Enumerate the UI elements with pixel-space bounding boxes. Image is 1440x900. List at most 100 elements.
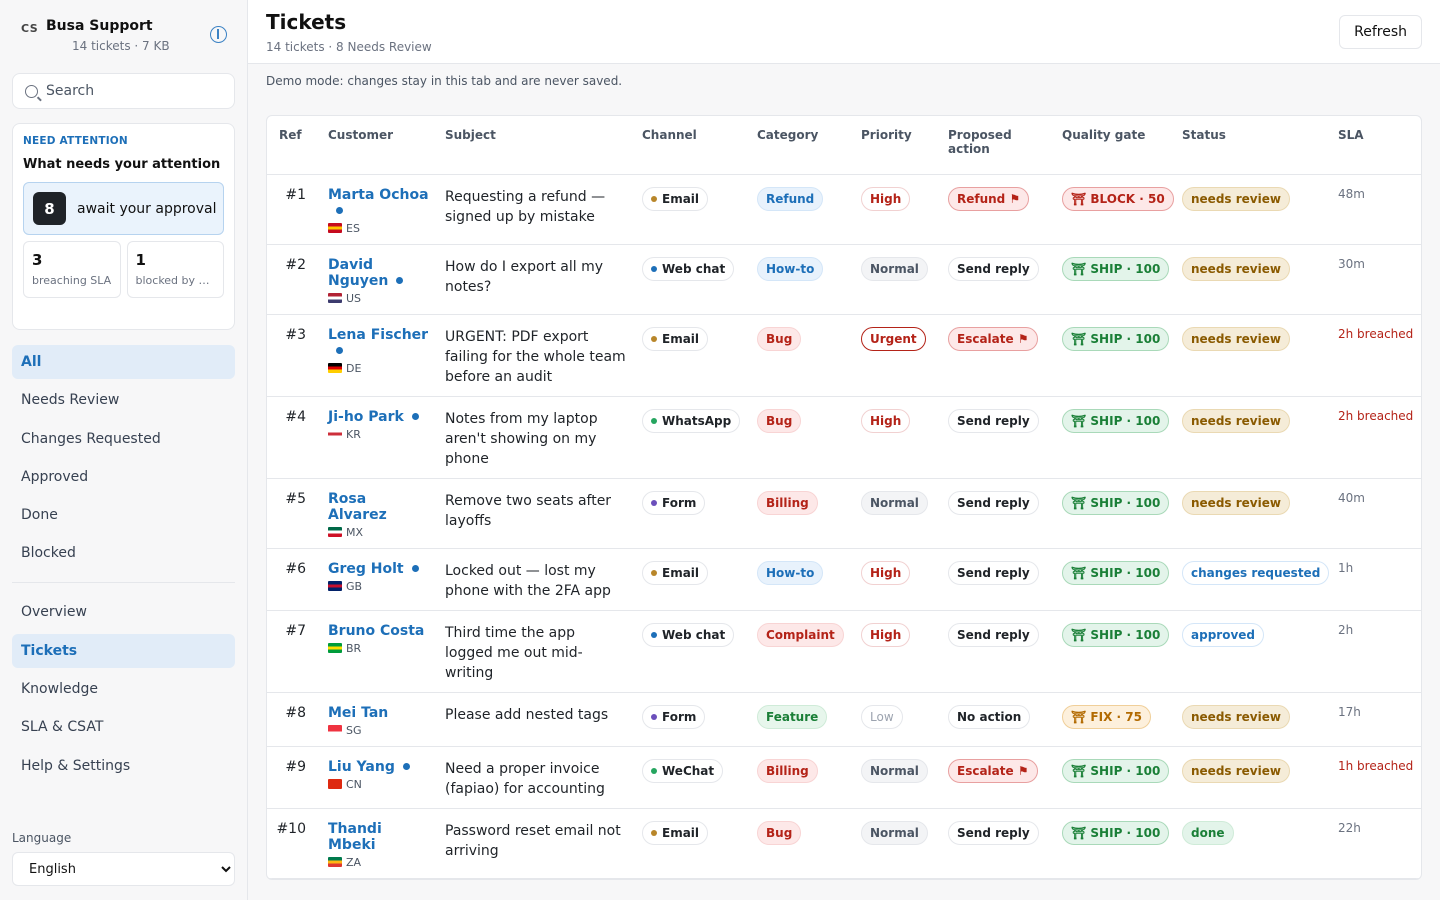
unread-dot-icon [336, 207, 343, 214]
proposed-action-badge: No action [948, 704, 1031, 729]
status-cell: done [1174, 808, 1330, 879]
nav-sla-csat[interactable]: SLA & CSAT [12, 710, 235, 744]
main-nav: Overview Tickets Knowledge SLA & CSAT He… [12, 595, 235, 782]
ticket-subject: URGENT: PDF export failing for the whole… [437, 314, 634, 397]
priority-badge: Urgent [861, 326, 926, 351]
customer-name[interactable]: Ji-ho Park [328, 409, 404, 425]
await-approval-tile[interactable]: 8 await your approval [23, 182, 224, 235]
ticket-ref: #6 [267, 548, 320, 611]
status-cell: needs review [1174, 396, 1330, 479]
filter-needs-review[interactable]: Needs Review [12, 383, 235, 417]
table-row[interactable]: #7 Bruno Costa BR Third time the app logged… [267, 610, 1421, 693]
quality-gate-badge: ⛩ SHIP · 100 [1062, 408, 1170, 433]
category-badge: How-to [757, 256, 824, 281]
status-badge: needs review [1182, 408, 1290, 433]
category-cell: Bug [749, 808, 853, 879]
col-customer[interactable]: Customer [320, 116, 437, 175]
ticket-ref: #1 [267, 174, 320, 245]
table-row[interactable]: #3 Lena Fischer DE URGENT: PDF export faili… [267, 314, 1421, 397]
col-proposed-action[interactable]: Proposed action [940, 116, 1054, 175]
quality-gate-badge: ⛩ SHIP · 100 [1062, 326, 1170, 351]
priority-cell: Low [853, 692, 940, 747]
customer-name[interactable]: Mei Tan [328, 705, 388, 721]
table-row[interactable]: #4 Ji-ho Park KR Notes from my laptop aren'… [267, 396, 1421, 479]
status-cell: needs review [1174, 746, 1330, 809]
col-priority[interactable]: Priority [853, 116, 940, 175]
status-badge: needs review [1182, 326, 1290, 351]
channel-cell: Email [634, 808, 749, 879]
ticket-subject: Password reset email not arriving [437, 808, 634, 879]
category-badge: Bug [757, 820, 802, 845]
sidebar-toggle-icon[interactable] [210, 26, 227, 43]
customer-name[interactable]: Thandi Mbeki [328, 821, 382, 853]
customer-country: BR [328, 642, 429, 655]
status-badge: changes requested [1182, 560, 1330, 585]
filter-done[interactable]: Done [12, 498, 235, 532]
flag-icon [328, 428, 342, 439]
ticket-subject: Third time the app logged me out mid-wri… [437, 610, 634, 693]
language-select[interactable]: English [12, 852, 235, 886]
table-row[interactable]: #10 Thandi Mbeki ZA Password reset email no… [267, 808, 1421, 879]
customer-cell: Mei Tan SG [320, 692, 437, 747]
unread-dot-icon [411, 565, 419, 572]
col-ref[interactable]: Ref [267, 116, 320, 175]
action-cell: No action [940, 692, 1054, 747]
table-row[interactable]: #9 Liu Yang CN Need a proper invoice (fapia… [267, 746, 1421, 809]
quality-gate-badge: ⛩ SHIP · 100 [1062, 490, 1170, 515]
gate-cell: ⛩ BLOCK · 50 [1054, 174, 1174, 245]
search-box[interactable] [12, 73, 235, 109]
table-row[interactable]: #5 Rosa Alvarez MX Remove two seats after l… [267, 478, 1421, 549]
action-cell: Send reply [940, 244, 1054, 315]
col-category[interactable]: Category [749, 116, 853, 175]
status-badge: needs review [1182, 704, 1290, 729]
customer-name[interactable]: Lena Fischer [328, 327, 428, 343]
workspace-name: Busa Support [46, 18, 153, 34]
nav-knowledge[interactable]: Knowledge [12, 672, 235, 706]
channel-badge: WeChat [642, 758, 724, 783]
col-status[interactable]: Status [1174, 116, 1330, 175]
country-code: US [346, 291, 362, 305]
channel-label: Email [662, 191, 700, 206]
customer-name[interactable]: Rosa Alvarez [328, 491, 387, 523]
col-quality-gate[interactable]: Quality gate [1054, 116, 1174, 175]
table-row[interactable]: #1 Marta Ochoa ES Requesting a refund — sig… [267, 174, 1421, 245]
col-sla[interactable]: SLA [1330, 116, 1421, 175]
customer-cell: Rosa Alvarez MX [320, 478, 437, 549]
priority-cell: Normal [853, 746, 940, 809]
customer-name[interactable]: Marta Ochoa [328, 187, 429, 203]
proposed-action-badge: Send reply [948, 256, 1039, 281]
flag-icon [328, 292, 342, 303]
breaching-sla-tile[interactable]: 3 breaching SLA [23, 241, 121, 298]
customer-name[interactable]: Bruno Costa [328, 623, 424, 639]
table-row[interactable]: #8 Mei Tan SG Please add nested tags Form Fea… [267, 692, 1421, 747]
col-channel[interactable]: Channel [634, 116, 749, 175]
customer-name[interactable]: David Nguyen [328, 257, 388, 289]
refresh-button[interactable]: Refresh [1339, 15, 1422, 49]
priority-cell: High [853, 548, 940, 611]
filter-approved[interactable]: Approved [12, 460, 235, 494]
flag-icon [328, 580, 342, 591]
customer-cell: Marta Ochoa ES [320, 174, 437, 245]
filter-all[interactable]: All [12, 345, 235, 379]
status-badge: needs review [1182, 186, 1290, 211]
search-input[interactable] [46, 83, 226, 99]
nav-help-settings[interactable]: Help & Settings [12, 749, 235, 783]
nav-overview[interactable]: Overview [12, 595, 235, 629]
table-row[interactable]: #6 Greg Holt GB Locked out — lost my phone … [267, 548, 1421, 611]
customer-name[interactable]: Liu Yang [328, 759, 395, 775]
brand-badge: CS [21, 22, 39, 35]
col-subject[interactable]: Subject [437, 116, 634, 175]
filter-blocked[interactable]: Blocked [12, 536, 235, 570]
table-row[interactable]: #2 David Nguyen US How do I export all my n… [267, 244, 1421, 315]
customer-cell: Ji-ho Park KR [320, 396, 437, 479]
filter-changes-requested[interactable]: Changes Requested [12, 422, 235, 456]
nav-tickets[interactable]: Tickets [12, 633, 235, 668]
quality-gate-badge: ⛩ BLOCK · 50 [1062, 186, 1174, 211]
channel-dot-icon [651, 767, 657, 774]
channel-label: Email [662, 565, 700, 580]
status-cell: changes requested [1174, 548, 1330, 611]
status-cell: approved [1174, 610, 1330, 693]
blocked-tile[interactable]: 1 blocked by g... [126, 241, 224, 298]
customer-name[interactable]: Greg Holt [328, 561, 404, 577]
country-code: BR [346, 641, 362, 655]
